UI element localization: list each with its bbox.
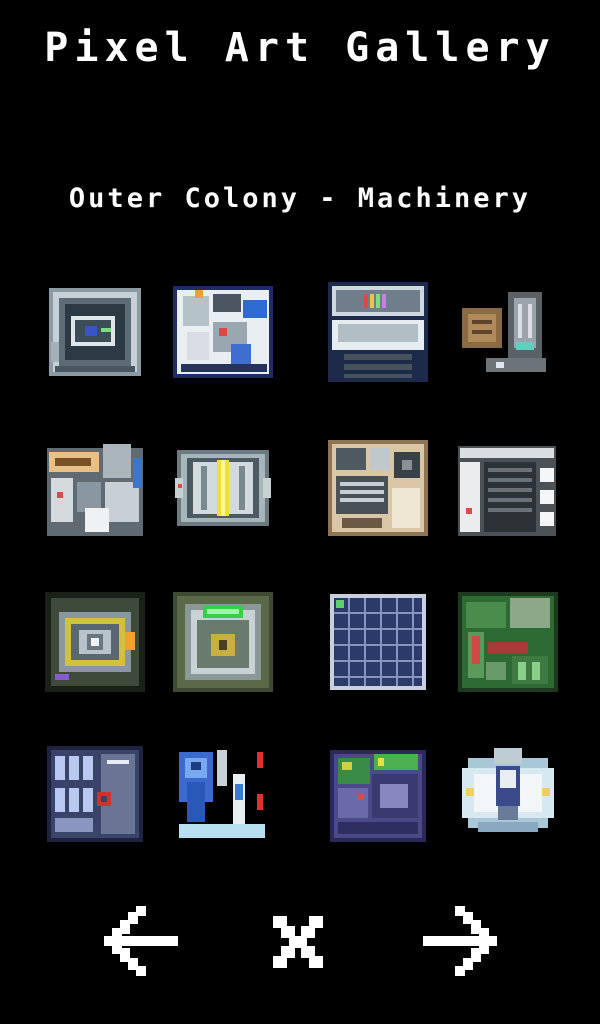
machinery-tile-1[interactable] (45, 282, 145, 382)
close-button[interactable] (273, 916, 323, 968)
machinery-tile-7[interactable] (328, 438, 428, 538)
machinery-tile-12[interactable] (458, 592, 558, 692)
machinery-tile-6[interactable] (173, 438, 273, 538)
machinery-tile-9[interactable] (45, 592, 145, 692)
machinery-tile-10[interactable] (173, 592, 273, 692)
machinery-tile-4[interactable] (458, 282, 558, 382)
machinery-tile-16[interactable] (458, 744, 558, 844)
machinery-tile-5[interactable] (45, 438, 145, 538)
gallery-title: Pixel Art Gallery (44, 25, 556, 71)
gallery-category: Outer Colony - Machinery (68, 183, 532, 214)
machinery-tile-8[interactable] (458, 438, 558, 538)
machinery-tile-3[interactable] (328, 282, 428, 382)
machinery-tile-13[interactable] (45, 744, 145, 844)
close-x-icon (273, 916, 323, 968)
machinery-tile-2[interactable] (173, 282, 273, 382)
machinery-tile-14[interactable] (173, 744, 273, 844)
machinery-tile-11[interactable] (328, 592, 428, 692)
machinery-tile-15[interactable] (328, 744, 428, 844)
arrow-right-icon (423, 906, 497, 976)
arrow-left-icon (104, 906, 178, 976)
next-button[interactable] (423, 906, 497, 978)
previous-button[interactable] (104, 906, 178, 978)
